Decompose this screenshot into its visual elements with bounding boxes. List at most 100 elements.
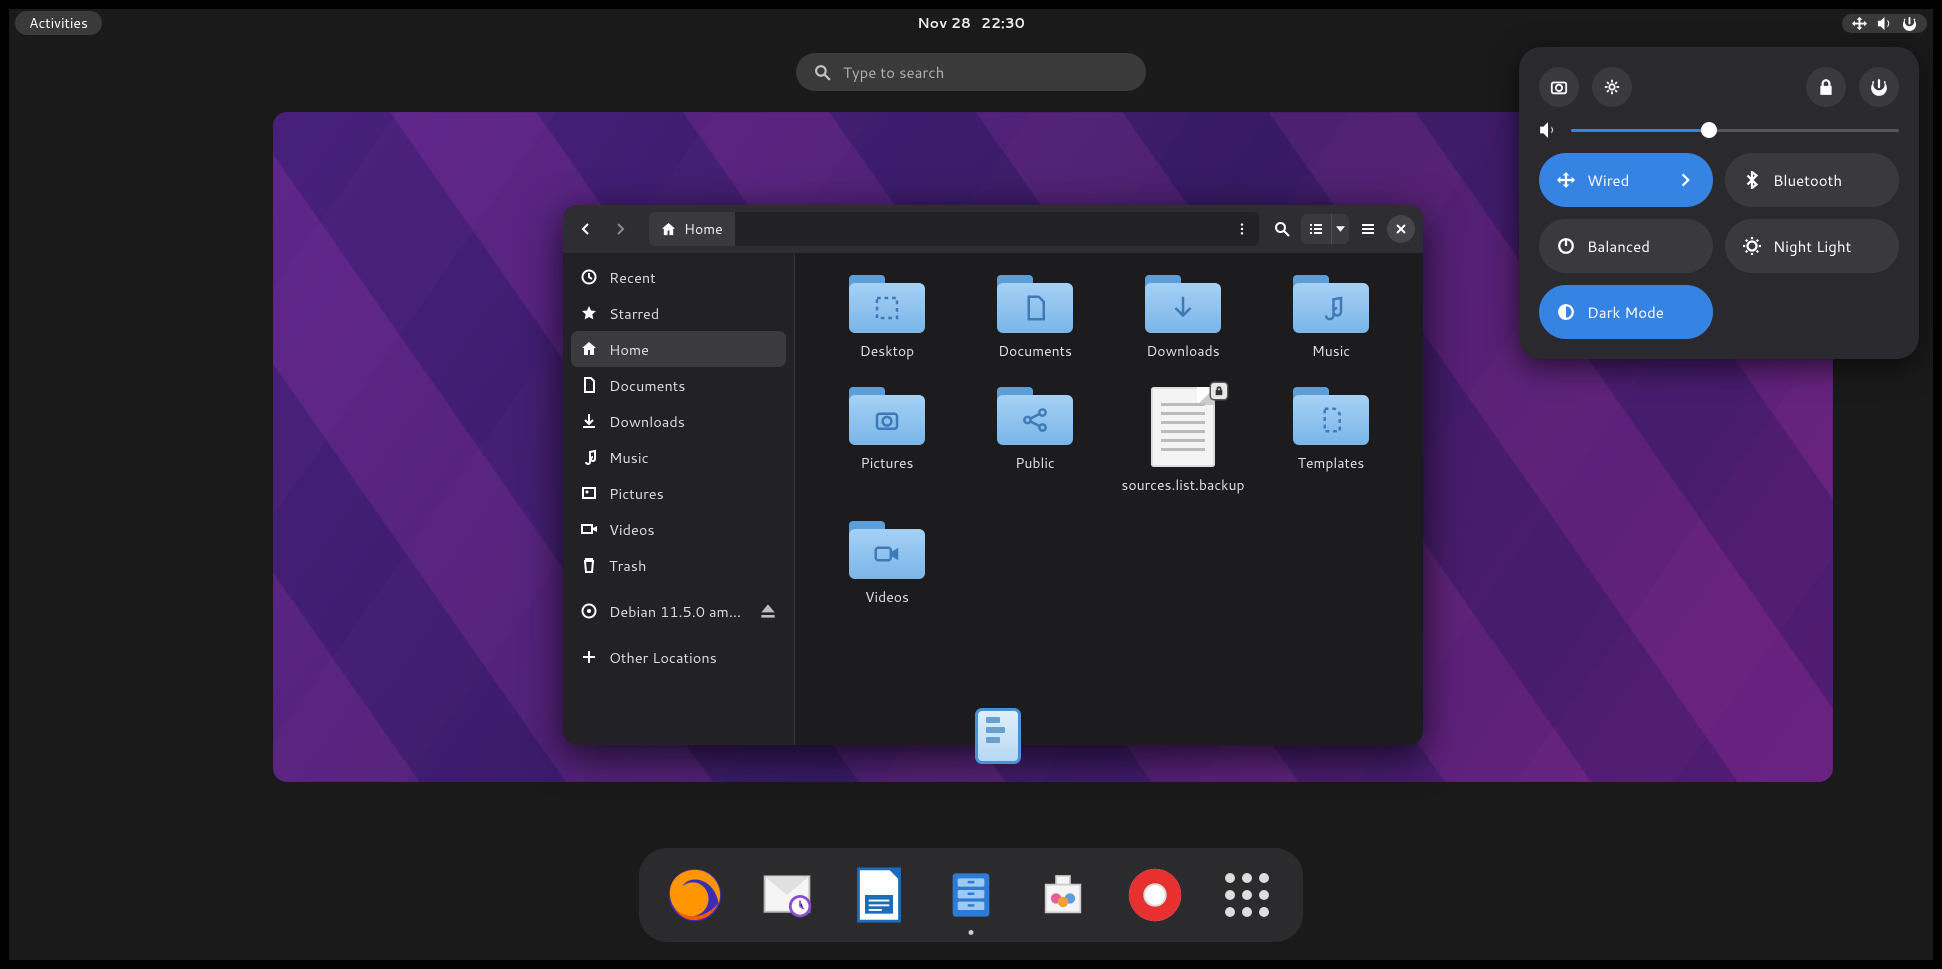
top-bar: Activities Nov 28 22:30 — [9, 9, 1933, 37]
sidebar-item-label: Starred — [609, 303, 659, 324]
volume-slider[interactable] — [1571, 129, 1899, 132]
sidebar-item-label: Debian 11.5.0 amd6… — [609, 601, 748, 622]
pictures-icon — [581, 485, 597, 501]
sidebar-item-disk[interactable]: Debian 11.5.0 amd6… — [571, 593, 786, 629]
path-menu-button[interactable] — [1225, 222, 1259, 236]
nav-back-button[interactable] — [571, 214, 601, 244]
file-label: Pictures — [861, 453, 914, 473]
document-icon — [581, 377, 597, 393]
toggle-label: Bluetooth — [1773, 170, 1842, 191]
sidebar-item-documents[interactable]: Documents — [571, 367, 786, 403]
toggle-power-profile[interactable]: Balanced — [1539, 219, 1713, 273]
sidebar-item-home[interactable]: Home — [571, 331, 786, 367]
sidebar-item-music[interactable]: Music — [571, 439, 786, 475]
status-area[interactable] — [1842, 14, 1927, 33]
folder-public[interactable]: Public — [961, 387, 1109, 495]
file-label: Music — [1312, 341, 1350, 361]
screenshot-button[interactable] — [1539, 67, 1579, 107]
trash-icon — [581, 557, 597, 573]
power-mode-icon — [1557, 237, 1575, 255]
home-icon — [661, 222, 676, 237]
time-label: 22:30 — [981, 13, 1025, 33]
sidebar-item-downloads[interactable]: Downloads — [571, 403, 786, 439]
software-icon — [1034, 869, 1092, 921]
toggle-wired[interactable]: Wired — [1539, 153, 1713, 207]
overview-search[interactable] — [796, 53, 1146, 91]
settings-button[interactable] — [1592, 67, 1632, 107]
search-input[interactable] — [843, 62, 1128, 83]
path-segment-label: Home — [684, 219, 723, 239]
path-bar[interactable]: Home — [649, 212, 1259, 246]
apps-grid-icon — [1225, 873, 1269, 917]
folder-music[interactable]: Music — [1257, 275, 1405, 361]
sidebar-item-label: Recent — [609, 267, 656, 288]
sidebar-item-starred[interactable]: Starred — [571, 295, 786, 331]
nav-forward-button[interactable] — [605, 214, 635, 244]
eject-icon[interactable] — [760, 603, 776, 619]
night-light-icon — [1743, 237, 1761, 255]
date-label: Nov 28 — [917, 13, 971, 33]
folder-icon — [849, 387, 925, 445]
toggle-dark-mode[interactable]: Dark Mode — [1539, 285, 1713, 339]
close-window-button[interactable] — [1387, 215, 1415, 243]
sidebar-item-other-locations[interactable]: Other Locations — [571, 639, 786, 675]
file-label: Videos — [865, 587, 909, 607]
hamburger-menu-button[interactable] — [1353, 214, 1383, 244]
view-toggle — [1301, 214, 1349, 244]
view-options-button[interactable] — [1331, 214, 1349, 244]
folder-icon — [849, 275, 925, 333]
folder-icon — [997, 387, 1073, 445]
lock-button[interactable] — [1806, 67, 1846, 107]
toggle-bluetooth[interactable]: Bluetooth — [1725, 153, 1899, 207]
activities-label: Activities — [29, 13, 88, 33]
toggle-label: Dark Mode — [1587, 302, 1664, 323]
dash-app-software[interactable] — [1033, 865, 1093, 925]
videos-icon — [581, 521, 597, 537]
home-icon — [581, 341, 597, 357]
folder-desktop[interactable]: Desktop — [813, 275, 961, 361]
search-icon — [814, 64, 831, 81]
volume-icon — [1877, 16, 1892, 31]
file-label: Desktop — [860, 341, 914, 361]
file-sources-list-backup[interactable]: sources.list.backup — [1109, 387, 1257, 495]
dash — [639, 848, 1303, 942]
dash-app-evolution[interactable] — [757, 865, 817, 925]
folder-videos[interactable]: Videos — [813, 521, 961, 607]
folder-documents[interactable]: Documents — [961, 275, 1109, 361]
folder-icon — [997, 275, 1073, 333]
dash-app-help[interactable] — [1125, 865, 1185, 925]
nautilus-headerbar: Home — [563, 205, 1423, 253]
dash-app-writer[interactable] — [849, 865, 909, 925]
lock-icon — [1817, 78, 1835, 96]
sidebar-item-recent[interactable]: Recent — [571, 259, 786, 295]
file-label: sources.list.backup — [1121, 475, 1244, 495]
dash-app-firefox[interactable] — [665, 865, 725, 925]
sidebar-item-pictures[interactable]: Pictures — [571, 475, 786, 511]
dash-app-files[interactable] — [941, 865, 1001, 925]
plus-icon — [581, 649, 597, 665]
power-button[interactable] — [1859, 67, 1899, 107]
activities-button[interactable]: Activities — [15, 11, 102, 35]
file-label: Downloads — [1146, 341, 1219, 361]
network-icon — [1852, 16, 1867, 31]
path-segment-home[interactable]: Home — [649, 212, 735, 246]
search-button[interactable] — [1267, 214, 1297, 244]
firefox-icon — [666, 866, 724, 924]
folder-templates[interactable]: Templates — [1257, 387, 1405, 495]
chevron-right-icon[interactable] — [1677, 171, 1695, 189]
help-icon — [1126, 866, 1184, 924]
window-preview-files[interactable] — [975, 708, 1021, 764]
files-content[interactable]: Desktop Documents Downloads — [795, 253, 1423, 745]
folder-pictures[interactable]: Pictures — [813, 387, 961, 495]
bluetooth-icon — [1743, 171, 1761, 189]
folder-downloads[interactable]: Downloads — [1109, 275, 1257, 361]
nautilus-body: Recent Starred Home Documents Downloads … — [563, 253, 1423, 745]
toggle-night-light[interactable]: Night Light — [1725, 219, 1899, 273]
clock[interactable]: Nov 28 22:30 — [917, 13, 1025, 33]
dash-show-apps[interactable] — [1217, 865, 1277, 925]
sidebar-separator — [571, 583, 786, 593]
sidebar-item-trash[interactable]: Trash — [571, 547, 786, 583]
sidebar-item-videos[interactable]: Videos — [571, 511, 786, 547]
mail-icon — [759, 867, 815, 923]
list-view-button[interactable] — [1301, 214, 1331, 244]
